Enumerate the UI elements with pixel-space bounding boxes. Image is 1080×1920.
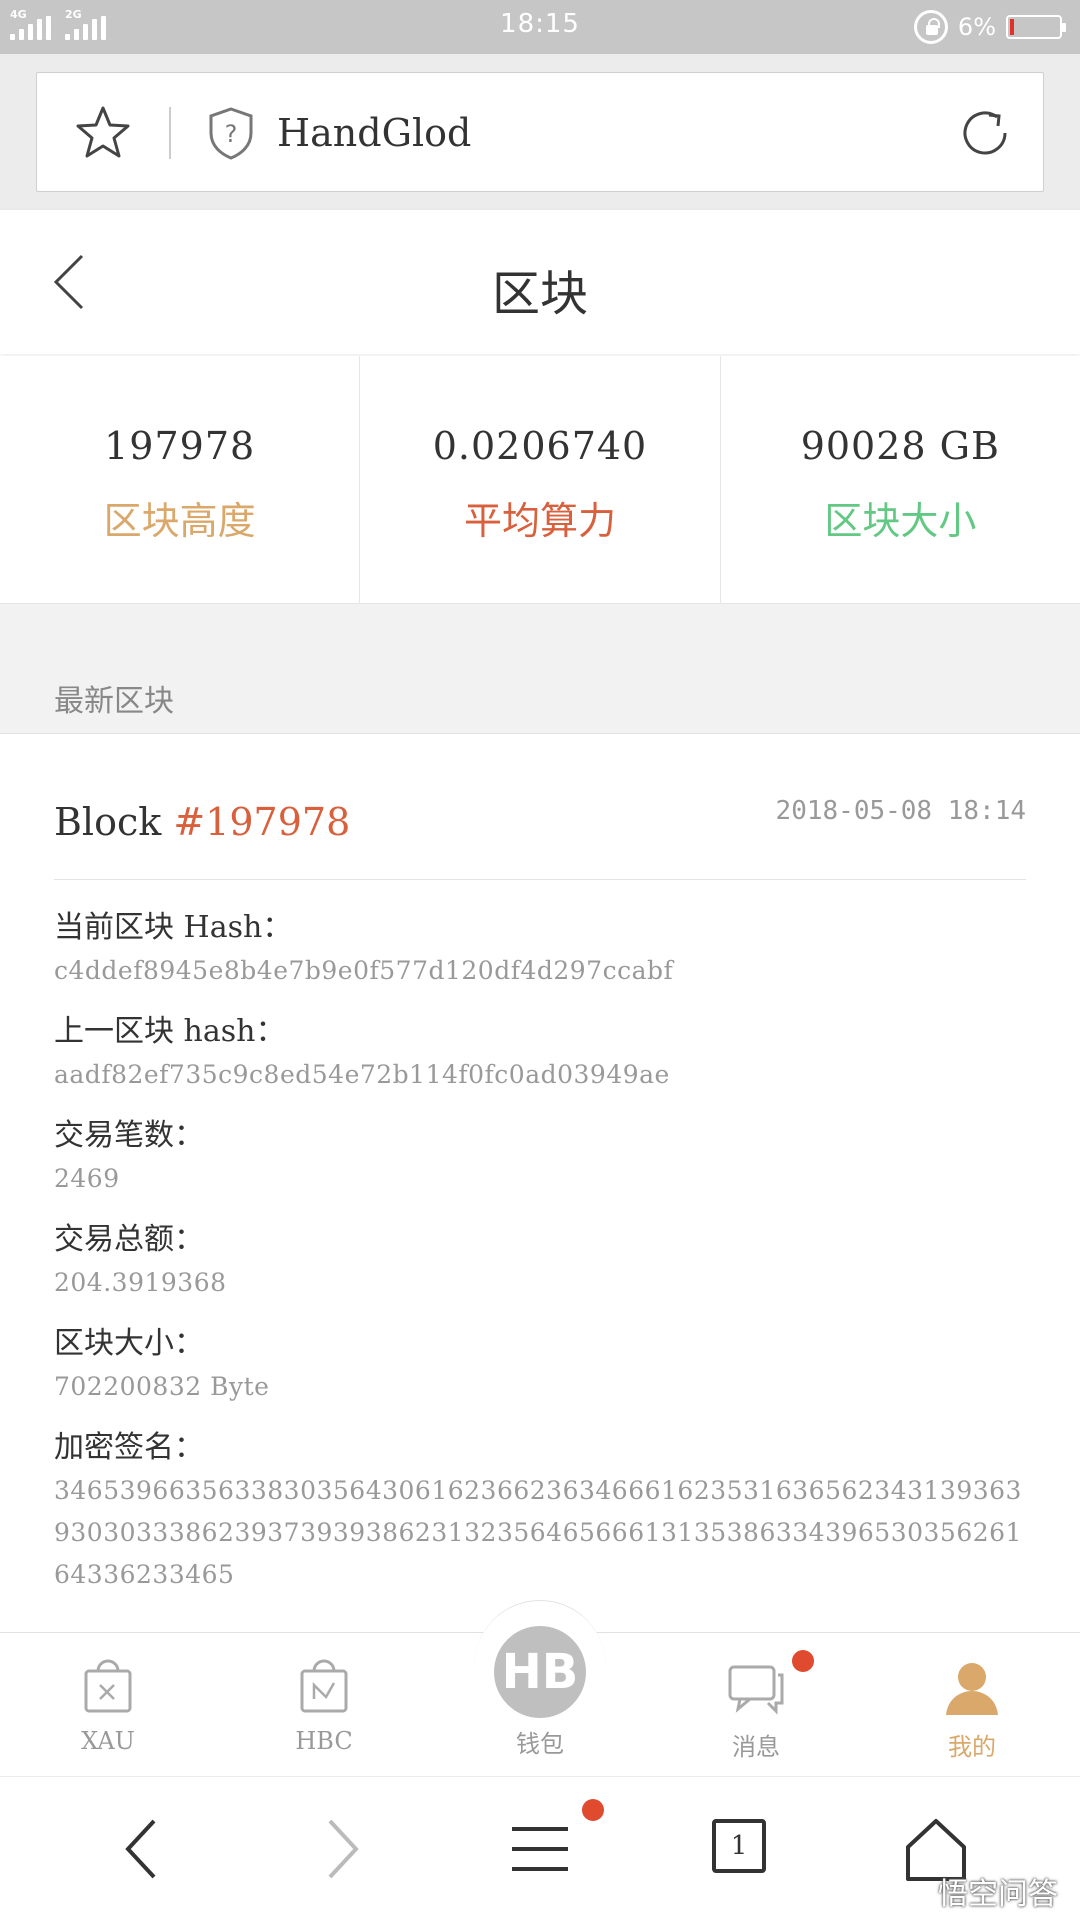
tab-label: 消息 (732, 1733, 780, 1761)
section-header: 最新区块 (0, 604, 1080, 734)
browser-navigation: 1 悟空问答 (0, 1776, 1080, 1920)
profile-icon (946, 1663, 998, 1715)
message-icon (728, 1665, 784, 1715)
tab-xau[interactable]: XAU (0, 1633, 216, 1776)
field-label: 交易总额： (54, 1222, 204, 1257)
field-label: 当前区块 Hash： (54, 910, 293, 945)
stat-block-height: 197978 区块高度 (0, 356, 361, 603)
block-number: #197978 (173, 800, 351, 844)
tab-profile[interactable]: 我的 (864, 1633, 1080, 1776)
field-value: 204.3919368 (54, 1268, 227, 1297)
page-title: 区块 (491, 266, 588, 322)
field-previous-hash: 上一区块 hash： aadf82ef735c9c8ed54e72b114f0f… (54, 1010, 1026, 1096)
block-prefix: Block (54, 800, 162, 844)
stat-label: 区块高度 (103, 499, 256, 543)
status-bar: 4G 2G 18:15 6% (0, 0, 1080, 54)
site-security-shield-icon[interactable]: ? (205, 105, 257, 161)
field-label: 上一区块 hash： (54, 1014, 286, 1049)
stat-label: 平均算力 (463, 499, 616, 543)
address-separator (169, 107, 171, 159)
tab-label: HBC (295, 1727, 353, 1755)
stat-value: 0.0206740 (432, 424, 648, 468)
field-tx-count: 交易笔数： 2469 (54, 1114, 1026, 1200)
stat-value: 90028 GB (800, 424, 1000, 468)
battery-icon (1006, 15, 1066, 39)
field-label: 交易笔数： (54, 1118, 204, 1153)
app-header: 区块 (0, 210, 1080, 354)
field-current-hash: 当前区块 Hash： c4ddef8945e8b4e7b9e0f577d120d… (54, 906, 1026, 992)
tab-messages[interactable]: 消息 (648, 1633, 864, 1776)
status-right: 6% (913, 10, 1066, 44)
field-value: 702200832 Byte (54, 1372, 270, 1401)
messages-badge (792, 1650, 814, 1672)
stat-label: 区块大小 (824, 499, 977, 543)
field-block-size: 区块大小： 702200832 Byte (54, 1322, 1026, 1408)
block-stats: 197978 区块高度 0.0206740 平均算力 90028 GB 区块大小 (0, 356, 1080, 604)
field-value: aadf82ef735c9c8ed54e72b114f0fc0ad03949ae (54, 1060, 670, 1089)
block-fields: 当前区块 Hash： c4ddef8945e8b4e7b9e0f577d120d… (54, 906, 1026, 1614)
nav-forward-icon[interactable] (304, 1813, 376, 1885)
field-value: 3465396635633830356430616236623634666162… (54, 1476, 1022, 1589)
block-divider (54, 879, 1026, 880)
rotation-lock-icon (913, 10, 948, 44)
field-value: c4ddef8945e8b4e7b9e0f577d120df4d297ccabf (54, 956, 674, 985)
latest-block-card[interactable]: Block #197978 2018-05-08 18:14 当前区块 Hash… (0, 734, 1080, 1632)
watermark-text: 悟空问答 (938, 1877, 1058, 1912)
bookmark-star-icon[interactable] (73, 103, 133, 163)
battery-percent: 6% (957, 13, 996, 41)
block-timestamp: 2018-05-08 18:14 (775, 796, 1026, 826)
address-text[interactable]: HandGlod (277, 111, 471, 155)
tab-label: XAU (81, 1727, 135, 1755)
tab-label: 钱包 (516, 1730, 564, 1758)
stat-average-hashrate: 0.0206740 平均算力 (360, 356, 721, 603)
block-title: Block #197978 (54, 800, 350, 844)
address-bar[interactable]: ? HandGlod (36, 72, 1044, 192)
tabs-count-button[interactable]: 1 (712, 1819, 766, 1873)
field-label: 区块大小： (54, 1326, 204, 1361)
section-title: 最新区块 (54, 684, 174, 719)
xau-bag-icon (84, 1659, 132, 1713)
svg-text:?: ? (225, 120, 238, 148)
menu-badge (582, 1799, 604, 1821)
tab-label: 我的 (948, 1733, 996, 1761)
field-signature: 加密签名： 3465396635633830356430616236623634… (54, 1426, 1026, 1596)
field-tx-total: 交易总额： 204.3919368 (54, 1218, 1026, 1304)
field-value: 2469 (54, 1164, 120, 1193)
stat-value: 197978 (104, 424, 256, 468)
menu-icon[interactable] (504, 1813, 576, 1885)
tab-hbc[interactable]: HBC (216, 1633, 432, 1776)
hbc-bag-icon (300, 1659, 348, 1713)
browser-toolbar: ? HandGlod (0, 54, 1080, 210)
stat-block-size: 90028 GB 区块大小 (721, 356, 1080, 603)
wallet-logo-icon[interactable]: HB (494, 1626, 586, 1718)
field-label: 加密签名： (54, 1430, 204, 1465)
reload-icon[interactable] (955, 103, 1015, 163)
nav-back-icon[interactable] (108, 1813, 180, 1885)
